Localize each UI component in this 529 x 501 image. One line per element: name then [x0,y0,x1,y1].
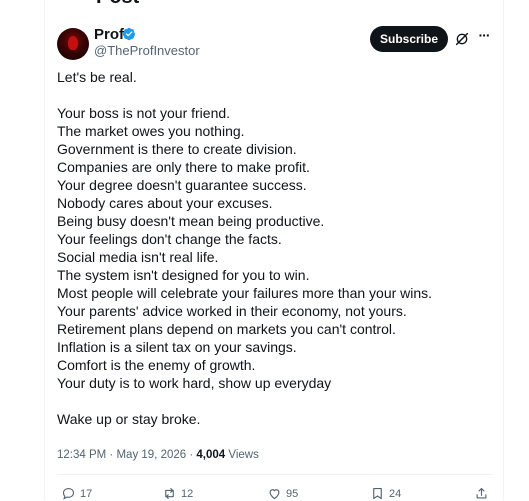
grok-icon[interactable] [454,31,470,47]
post-line: Most people will celebrate your failures… [57,285,433,301]
page-title: Post [96,0,139,9]
like-count: 95 [286,487,299,500]
post-line: Inflation is a silent tax on your saving… [57,339,297,355]
post-text: Let's be real. Your boss is not your fri… [57,68,497,428]
more-icon[interactable]: ··· [476,27,492,43]
post-line: Your boss is not your friend. [57,105,231,121]
bookmark-button[interactable]: 24 [370,486,401,501]
post-line: Your degree doesn't guarantee success. [57,177,307,193]
share-icon [476,487,487,499]
meta-separator: · [186,449,197,461]
post-line: Your feelings don't change the facts. [57,231,282,247]
reply-count: 17 [80,487,93,500]
post-meta: 12:34 PM · May 19, 2026 · 4,004 Views [57,449,259,461]
post-line-outro: Wake up or stay broke. [57,411,201,427]
author-display-name[interactable]: Prof [94,26,124,43]
post-line: Being busy doesn't mean being productive… [57,213,325,229]
verified-badge-icon [122,27,136,41]
post-date[interactable]: May 19, 2026 [116,449,186,461]
views-count: 4,004 [196,449,226,461]
bookmark-icon [373,487,382,500]
post-line: Your duty is to work hard, show up every… [57,375,332,391]
views-label: Views [225,449,259,461]
subscribe-button[interactable]: Subscribe [370,26,448,52]
repost-icon [165,487,174,500]
post-line: The system isn't designed for you to win… [57,267,310,283]
post-line: Nobody cares about your excuses. [57,195,273,211]
post-line: Social media isn't real life. [57,249,219,265]
like-button[interactable]: 95 [267,486,298,501]
post-line: Retirement plans depend on markets you c… [57,321,396,337]
reply-icon [62,487,75,500]
post-line: Government is there to create division. [57,141,297,157]
repost-count: 12 [181,487,194,500]
reply-button[interactable]: 17 [61,486,92,501]
repost-button[interactable]: 12 [162,486,193,501]
like-icon [269,489,280,500]
post-time[interactable]: 12:34 PM [57,449,106,461]
post-line: The market owes you nothing. [57,123,245,139]
author-handle[interactable]: @TheProfInvestor [94,43,200,58]
post-line: Your parents' advice worked in their eco… [57,303,407,319]
column-border-right [503,0,504,500]
share-button[interactable] [474,486,493,501]
post-line: Comfort is the enemy of growth. [57,357,256,373]
divider [57,474,493,475]
avatar[interactable] [57,28,89,60]
meta-separator: · [106,449,117,461]
post-line: Companies are only there to make profit. [57,159,310,175]
bookmark-count: 24 [389,487,402,500]
post-line-intro: Let's be real. [57,69,137,85]
column-border-left [44,0,45,500]
